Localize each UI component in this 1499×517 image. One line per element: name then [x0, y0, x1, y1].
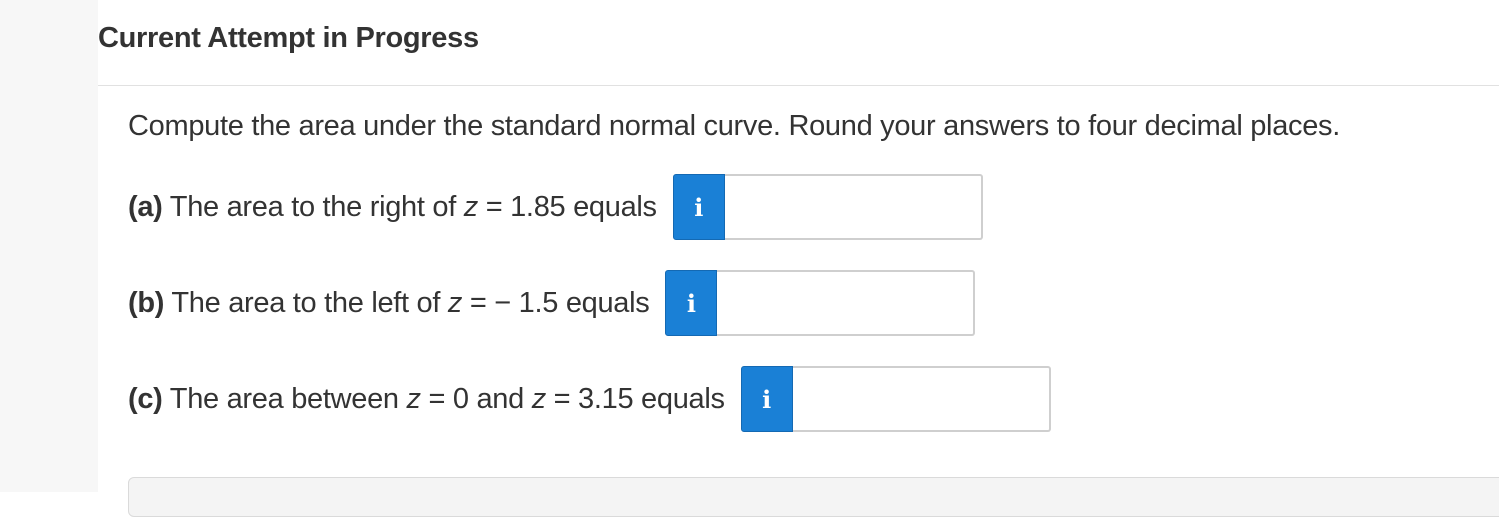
part-a-answer-input[interactable]: [724, 174, 983, 240]
part-b-answer-input[interactable]: [717, 270, 976, 336]
question-instructions: Compute the area under the standard norm…: [128, 110, 1341, 142]
part-c-variable-2: z: [531, 382, 547, 415]
part-b-text-1: The area to the left of: [164, 286, 448, 319]
attempt-title: Current Attempt in Progress: [98, 22, 479, 54]
left-gutter: [0, 0, 98, 492]
part-a-info-button[interactable]: i: [672, 174, 725, 240]
info-icon: i: [762, 384, 772, 414]
part-c-prompt: (c) The area between z = 0 and z = 3.15 …: [128, 383, 725, 416]
part-a-letter: (a): [128, 190, 163, 223]
part-a-prompt: (a) The area to the right of z = 1.85 eq…: [128, 191, 657, 224]
question-part-c: (c) The area between z = 0 and z = 3.15 …: [128, 366, 1051, 432]
part-c-text-2: = 0 and: [420, 382, 532, 415]
part-c-text-3: = 3.15 equals: [545, 382, 725, 415]
part-b-variable: z: [447, 286, 463, 319]
part-a-variable: z: [463, 190, 479, 223]
bottom-panel: [128, 477, 1499, 517]
question-part-b: (b) The area to the left of z = − 1.5 eq…: [128, 270, 976, 336]
part-a-text-1: The area to the right of: [162, 190, 464, 223]
part-a-text-2: = 1.85 equals: [477, 190, 657, 223]
part-c-variable-1: z: [406, 382, 422, 415]
info-icon: i: [694, 192, 704, 222]
part-b-prompt: (b) The area to the left of z = − 1.5 eq…: [128, 286, 650, 320]
part-c-letter: (c): [128, 382, 163, 415]
header-divider: [98, 85, 1499, 86]
part-b-text-2: = − 1.5 equals: [462, 286, 650, 319]
question-part-a: (a) The area to the right of z = 1.85 eq…: [128, 174, 983, 240]
part-c-answer-input[interactable]: [792, 366, 1051, 432]
part-c-info-button[interactable]: i: [740, 366, 793, 432]
part-b-letter: (b): [128, 286, 165, 319]
part-c-text-1: The area between: [162, 382, 407, 415]
part-b-info-button[interactable]: i: [665, 270, 718, 336]
info-icon: i: [686, 288, 697, 318]
